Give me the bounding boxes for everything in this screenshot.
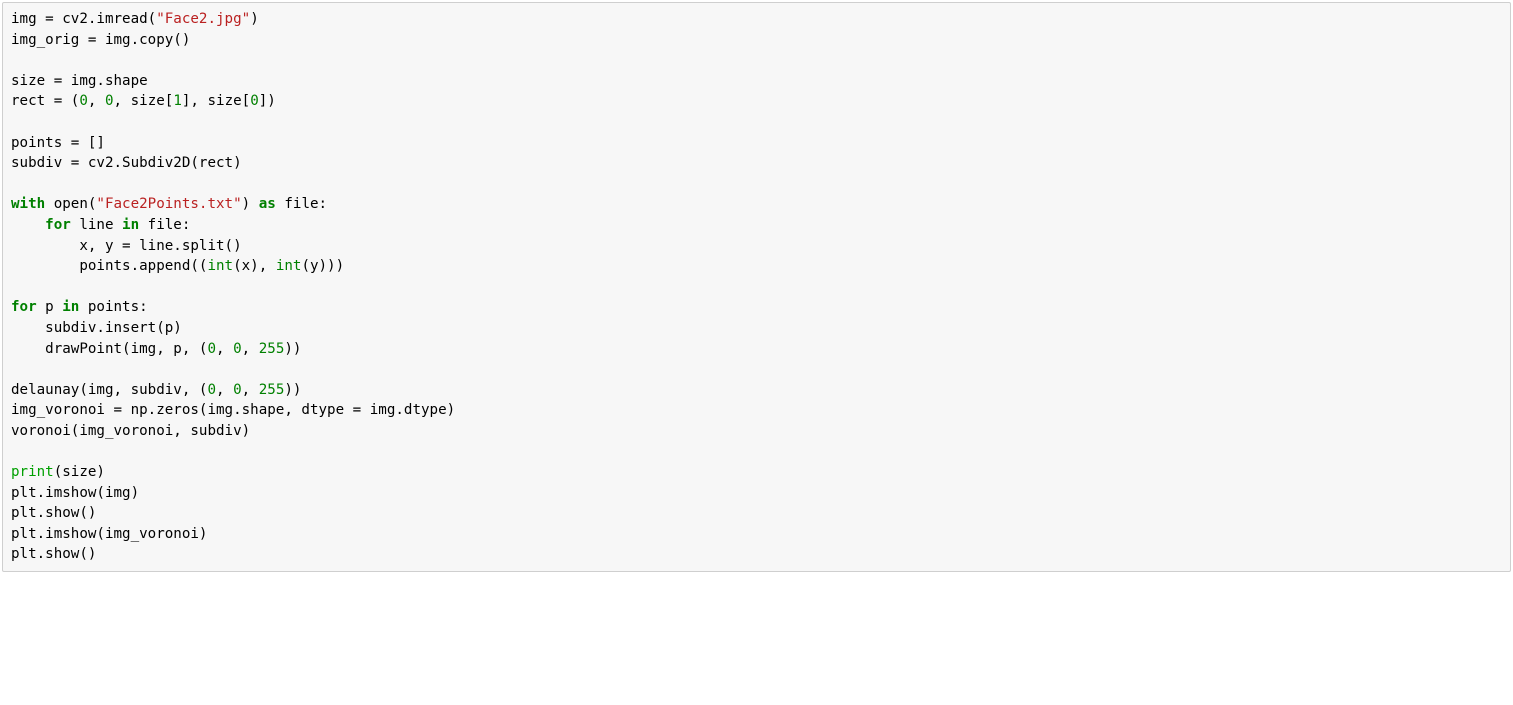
code-line: drawPoint(img, p, (0, 0, 255)) <box>11 341 301 357</box>
code-line: for line in file: <box>11 217 190 233</box>
code-line: rect = (0, 0, size[1], size[0]) <box>11 93 276 109</box>
code-line: size = img.shape <box>11 73 148 89</box>
code-line: points = [] <box>11 135 105 151</box>
code-cell[interactable]: img = cv2.imread("Face2.jpg") img_orig =… <box>2 2 1511 572</box>
code-line: print(size) <box>11 464 105 480</box>
code-line: voronoi(img_voronoi, subdiv) <box>11 423 250 439</box>
code-content[interactable]: img = cv2.imread("Face2.jpg") img_orig =… <box>11 9 1502 565</box>
code-line: for p in points: <box>11 299 148 315</box>
code-line: plt.imshow(img_voronoi) <box>11 526 207 542</box>
code-line: img_orig = img.copy() <box>11 32 190 48</box>
code-line: img = cv2.imread("Face2.jpg") <box>11 11 259 27</box>
code-line: plt.show() <box>11 505 96 521</box>
code-line: delaunay(img, subdiv, (0, 0, 255)) <box>11 382 301 398</box>
code-line: img_voronoi = np.zeros(img.shape, dtype … <box>11 402 455 418</box>
code-line: plt.show() <box>11 546 96 562</box>
code-line: subdiv.insert(p) <box>11 320 182 336</box>
code-line: with open("Face2Points.txt") as file: <box>11 196 327 212</box>
code-line: plt.imshow(img) <box>11 485 139 501</box>
code-line: x, y = line.split() <box>11 238 242 254</box>
code-line: subdiv = cv2.Subdiv2D(rect) <box>11 155 242 171</box>
code-line: points.append((int(x), int(y))) <box>11 258 344 274</box>
